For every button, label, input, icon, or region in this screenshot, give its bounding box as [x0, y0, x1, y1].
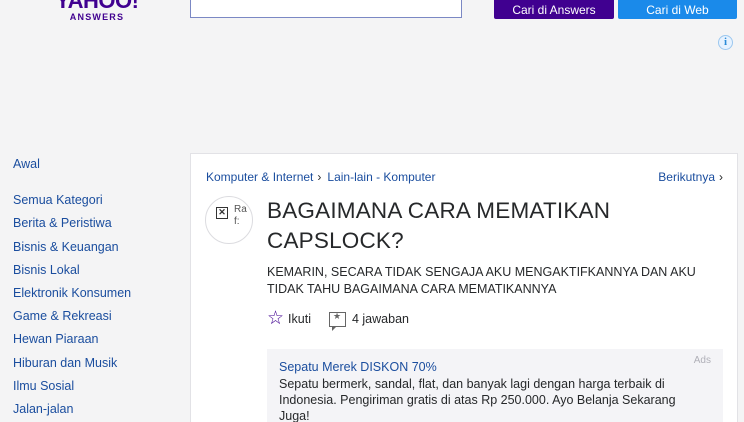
broken-image-icon: ✕	[216, 207, 228, 219]
question-card: Komputer & Internet › Lain-lain - Komput…	[190, 153, 738, 422]
question-body: KEMARIN, SECARA TIDAK SENGAJA AKU MENGAK…	[267, 265, 696, 296]
logo-subtitle: ANSWERS	[69, 12, 125, 22]
next-label: Berikutnya	[658, 170, 715, 184]
info-icon[interactable]: i	[718, 35, 733, 50]
avatar[interactable]: ✕ Raf:	[205, 196, 253, 244]
sidebar-item-awal[interactable]: Awal	[13, 153, 173, 176]
follow-button[interactable]: Ikuti	[288, 312, 311, 326]
avatar-alt-text: Raf:	[234, 204, 247, 227]
ad-text: Sepatu bermerk, sandal, flat, dan banyak…	[279, 377, 676, 422]
star-icon[interactable]: ☆	[267, 309, 284, 328]
sponsored-ad[interactable]: Ads Sepatu Merek DISKON 70% Sepatu berme…	[267, 349, 723, 422]
sidebar-item-elektronik-konsumen[interactable]: Elektronik Konsumen	[13, 282, 173, 305]
answer-count[interactable]: 4 jawaban	[352, 312, 409, 326]
sidebar-item-bisnis-lokal[interactable]: Bisnis Lokal	[13, 259, 173, 282]
sidebar-item-game-rekreasi[interactable]: Game & Rekreasi	[13, 305, 173, 328]
sidebar-item-ilmu-sosial[interactable]: Ilmu Sosial	[13, 375, 173, 398]
question-title: BAGAIMANA CARA MEMATIKAN CAPSLOCK?	[267, 198, 611, 253]
sidebar-item-bisnis-keuangan[interactable]: Bisnis & Keuangan	[13, 236, 173, 259]
next-question-link[interactable]: Berikutnya ›	[658, 170, 723, 184]
chevron-right-icon: ›	[719, 170, 723, 184]
breadcrumb-item-komputer-internet[interactable]: Komputer & Internet	[206, 170, 313, 184]
search-answers-button[interactable]: Cari di Answers	[494, 0, 614, 19]
yahoo-answers-logo[interactable]: YAHOO! ANSWERS	[52, 0, 142, 22]
sidebar-item-jalan-jalan[interactable]: Jalan-jalan	[13, 398, 173, 421]
sidebar-nav: Awal Semua Kategori Berita & Peristiwa B…	[13, 153, 173, 421]
search-input[interactable]	[190, 0, 462, 18]
breadcrumb-item-lain-lain-komputer[interactable]: Lain-lain - Komputer	[327, 170, 435, 184]
ad-title-link[interactable]: Sepatu Merek DISKON 70%	[279, 359, 711, 376]
breadcrumb: Komputer & Internet › Lain-lain - Komput…	[206, 170, 435, 184]
chevron-right-icon: ›	[317, 170, 322, 184]
logo-wordmark: YAHOO!	[55, 0, 139, 13]
search-web-button[interactable]: Cari di Web	[618, 0, 737, 19]
answer-icon	[328, 311, 346, 331]
sidebar-item-hewan-piaraan[interactable]: Hewan Piaraan	[13, 328, 173, 351]
question-actions: ☆ Ikuti 4 jawaban	[267, 309, 409, 331]
sidebar-item-semua-kategori[interactable]: Semua Kategori	[13, 189, 173, 212]
ads-label: Ads	[693, 355, 711, 366]
sidebar-item-hiburan-musik[interactable]: Hiburan dan Musik	[13, 352, 173, 375]
sidebar-item-berita-peristiwa[interactable]: Berita & Peristiwa	[13, 212, 173, 235]
